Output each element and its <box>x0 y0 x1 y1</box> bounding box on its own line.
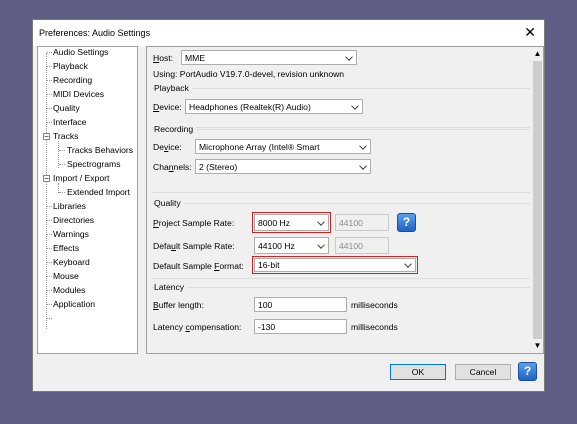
host-select-value: MME <box>185 53 206 63</box>
close-icon[interactable]: ✕ <box>524 24 536 40</box>
tree-guide-line <box>47 52 52 53</box>
title-bar: Preferences: Audio Settings ✕ <box>33 20 544 46</box>
playback-group-title: Playback <box>154 83 192 93</box>
host-select[interactable]: MME <box>181 50 357 65</box>
recording-group-title: Recording <box>154 124 197 134</box>
buffer-length-field[interactable]: 100 <box>254 297 347 312</box>
tree-guide-line <box>47 318 52 319</box>
tree-item-quality[interactable]: Quality <box>53 103 80 114</box>
playback-device-select[interactable]: Headphones (Realtek(R) Audio) <box>185 99 363 114</box>
tree-guide-line <box>47 248 52 249</box>
default-rate-value: 44100 Hz <box>258 241 295 251</box>
cancel-button[interactable]: Cancel <box>455 364 511 380</box>
default-format-value: 16-bit <box>258 260 280 270</box>
channels-value: 2 (Stereo) <box>199 162 238 172</box>
tree-guide-line <box>47 94 52 95</box>
tree-guide-line <box>47 108 52 109</box>
tree-guide-line <box>59 192 65 193</box>
tree-item-import-export[interactable]: Import / Export <box>53 173 109 184</box>
tree-guide-line <box>47 276 52 277</box>
tree-item-playback[interactable]: Playback <box>53 61 88 72</box>
collapse-icon[interactable]: − <box>43 175 50 183</box>
chevron-down-icon <box>359 142 367 150</box>
tree-item-tracks[interactable]: Tracks <box>53 131 78 142</box>
tree-guide-line <box>47 234 52 235</box>
tree-guide-line <box>47 206 52 207</box>
tree-item-interface[interactable]: Interface <box>53 117 86 128</box>
chevron-down-icon <box>351 102 359 110</box>
default-rate-label: Default Sample Rate: <box>153 241 235 251</box>
recording-device-value: Microphone Array (Intel® Smart <box>199 142 320 152</box>
project-rate-custom-field: 44100 <box>335 214 389 231</box>
help-button[interactable]: ? <box>518 362 537 381</box>
tree-item-directories[interactable]: Directories <box>53 215 94 226</box>
playback-device-value: Headphones (Realtek(R) Audio) <box>189 102 311 112</box>
scroll-up-icon[interactable]: ▲ <box>532 49 543 58</box>
default-format-select[interactable]: 16-bit <box>252 256 418 274</box>
host-label: Host: <box>153 53 174 63</box>
channels-label: Channels: <box>153 162 192 172</box>
scroll-down-icon[interactable]: ▼ <box>532 341 543 350</box>
tree-item-recording[interactable]: Recording <box>53 75 92 86</box>
window-title: Preferences: Audio Settings <box>39 28 151 38</box>
recording-device-label: Device: <box>153 142 182 152</box>
tree-item-audio-settings[interactable]: Audio Settings <box>53 47 108 58</box>
tree-item-modules[interactable]: Modules <box>53 285 85 296</box>
latency-compensation-unit: milliseconds <box>351 322 398 332</box>
project-rate-value: 8000 Hz <box>258 218 291 228</box>
chevron-down-icon <box>345 53 353 61</box>
scroll-thumb[interactable] <box>533 61 542 339</box>
tree-guide-line <box>59 150 65 151</box>
tree-item-libraries[interactable]: Libraries <box>53 201 86 212</box>
latency-group-title: Latency <box>154 282 188 292</box>
tree-guide-line <box>47 290 52 291</box>
tree-item-spectrograms[interactable]: Spectrograms <box>67 159 121 170</box>
channels-select[interactable]: 2 (Stereo) <box>195 159 371 174</box>
quality-group-title: Quality <box>154 198 184 208</box>
tree-item-application[interactable]: Application <box>53 299 95 310</box>
default-rate-select[interactable]: 44100 Hz <box>254 237 329 254</box>
recording-device-select[interactable]: Microphone Array (Intel® Smart <box>195 139 371 154</box>
latency-compensation-label: Latency compensation: <box>153 322 242 332</box>
tree-guide-line <box>47 262 52 263</box>
project-rate-select[interactable]: 8000 Hz <box>252 212 331 233</box>
tree-item-midi-devices[interactable]: MIDI Devices <box>53 89 104 100</box>
project-rate-label: Project Sample Rate: <box>153 218 235 228</box>
tree-guide-line <box>47 66 52 67</box>
chevron-down-icon <box>317 218 325 226</box>
tree-guide-line <box>47 304 52 305</box>
tree-item-extended-import[interactable]: Extended Import <box>67 187 130 198</box>
settings-panel: Host: MME Using: PortAudio V19.7.0-devel… <box>146 46 544 354</box>
buffer-length-unit: milliseconds <box>351 300 398 310</box>
collapse-icon[interactable]: − <box>43 133 50 141</box>
settings-scrollbar[interactable]: ▲ ▼ <box>532 47 543 353</box>
tree-item-keyboard[interactable]: Keyboard <box>53 257 90 268</box>
ok-button[interactable]: OK <box>390 364 446 380</box>
buffer-length-label: Buffer length: <box>153 300 204 310</box>
default-format-label: Default Sample Format: <box>153 261 244 271</box>
latency-compensation-field[interactable]: -130 <box>254 319 347 334</box>
host-using-text: Using: PortAudio V19.7.0-devel, revision… <box>153 69 345 79</box>
tree-guide-line <box>47 220 52 221</box>
tree-guide-line <box>47 122 52 123</box>
chevron-down-icon <box>359 162 367 170</box>
category-tree[interactable]: − − Audio Settings Playback Recording MI… <box>37 46 138 354</box>
chevron-down-icon <box>404 260 412 268</box>
playback-device-label: Device: <box>153 102 182 112</box>
default-rate-custom-field: 44100 <box>335 237 389 254</box>
chevron-down-icon <box>317 241 325 249</box>
tree-item-tracks-behaviors[interactable]: Tracks Behaviors <box>67 145 133 156</box>
tree-item-warnings[interactable]: Warnings <box>53 229 89 240</box>
tree-guide-line <box>47 80 52 81</box>
tree-item-effects[interactable]: Effects <box>53 243 79 254</box>
tree-item-mouse[interactable]: Mouse <box>53 271 79 282</box>
preferences-dialog: Preferences: Audio Settings ✕ − − Audio … <box>32 19 545 392</box>
tree-guide-line <box>59 164 65 165</box>
quality-help-button[interactable]: ? <box>397 213 416 232</box>
